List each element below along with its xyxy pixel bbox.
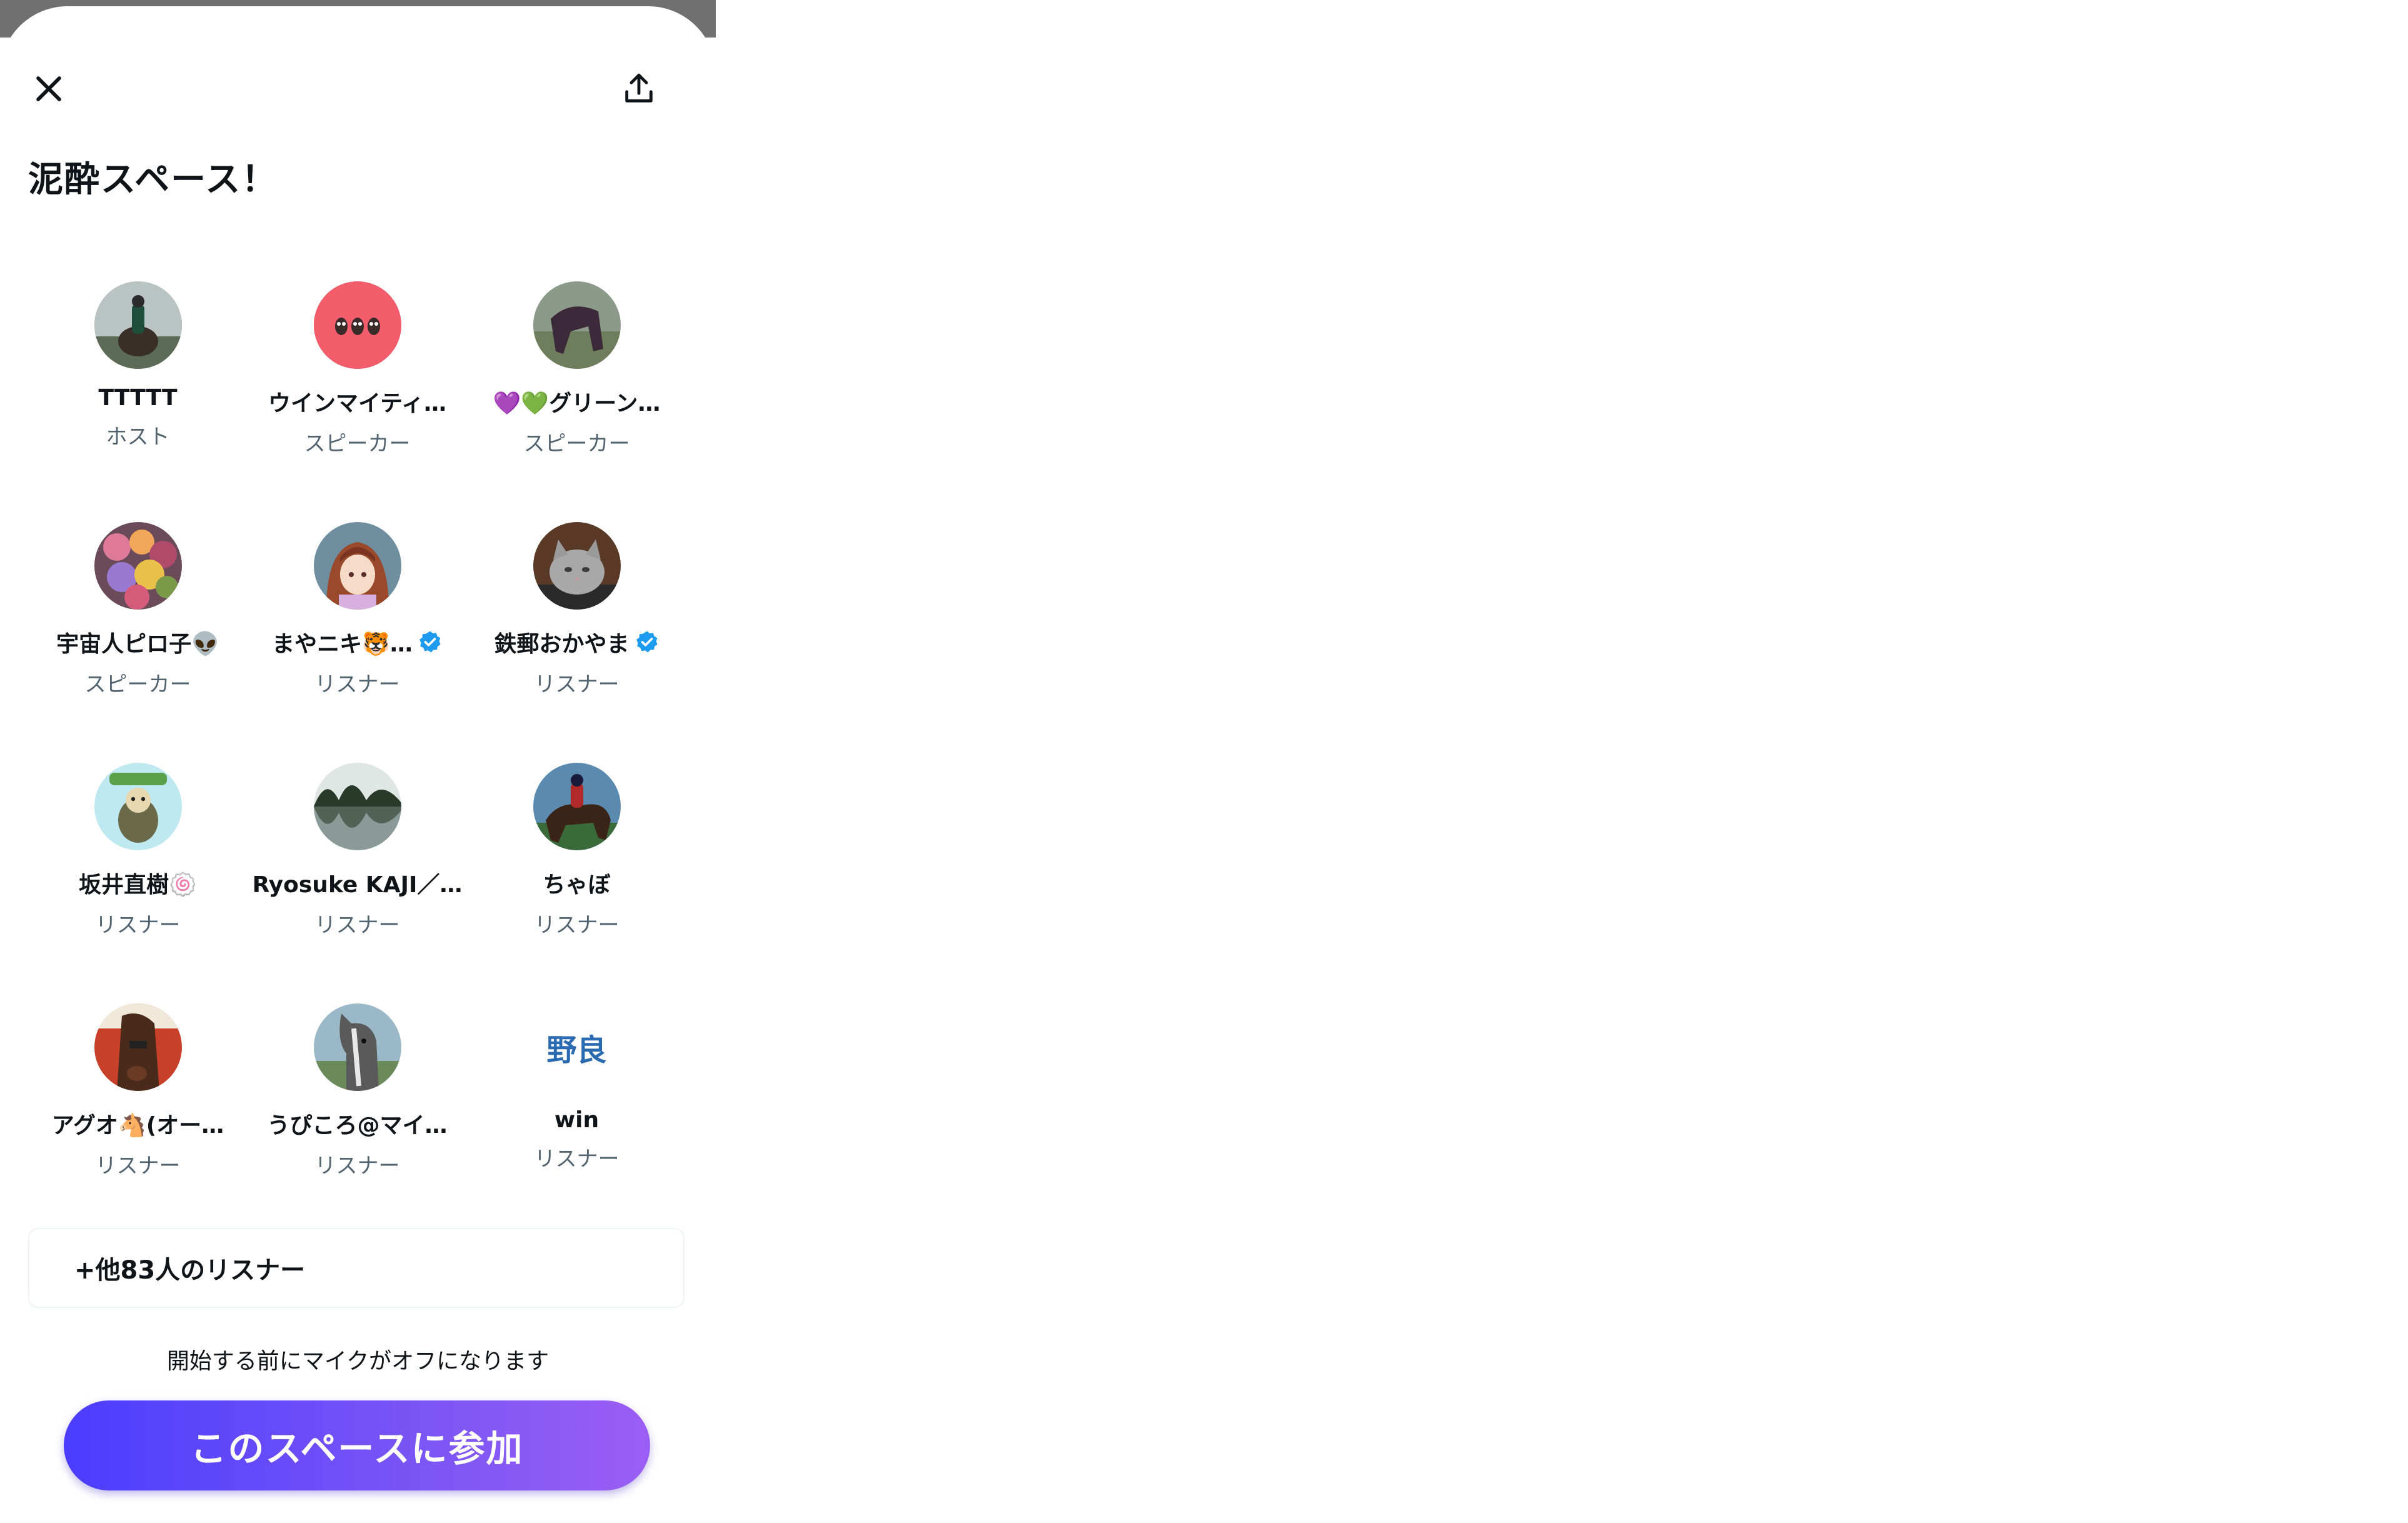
verified-icon bbox=[636, 631, 658, 653]
share-icon[interactable] bbox=[614, 64, 664, 114]
participant-role: リスナー bbox=[314, 672, 400, 697]
participant[interactable]: 坂井直樹🍥 リスナー bbox=[28, 763, 248, 1003]
participant-role: リスナー bbox=[534, 913, 620, 938]
participant[interactable]: まやニキ🐯… リスナー bbox=[248, 522, 467, 763]
participant[interactable]: TTTTT ホスト bbox=[28, 281, 248, 522]
participant-role: スピーカー bbox=[523, 431, 630, 456]
join-space-label: このスペースに参加 bbox=[190, 1427, 524, 1470]
participant-role: スピーカー bbox=[304, 431, 411, 456]
space-sheet: 泥酔スペース！ TTTTT ホスト ウインマイティ… スピーカー 💜💚グリーン…… bbox=[0, 6, 716, 1523]
participant[interactable]: うぴころ@マイ… リスナー bbox=[248, 1003, 467, 1244]
participant-name: うぴころ@マイ… bbox=[267, 1113, 448, 1138]
participant-role: リスナー bbox=[314, 1154, 400, 1179]
participant-name: 宇宙人ピロ子👽 bbox=[56, 631, 219, 657]
participant-role: ホスト bbox=[106, 425, 170, 450]
participant-name: TTTTT bbox=[98, 385, 178, 411]
participant-role: リスナー bbox=[534, 672, 620, 697]
participant-name: 鉄郵おかやま bbox=[494, 631, 630, 657]
space-title: 泥酔スペース！ bbox=[28, 159, 278, 200]
more-listeners-label: +他83人のリスナー bbox=[74, 1256, 306, 1285]
participant-name: win bbox=[554, 1107, 599, 1133]
participant[interactable]: 宇宙人ピロ子👽 スピーカー bbox=[28, 522, 248, 763]
participant-name: ウインマイティ… bbox=[268, 391, 447, 416]
avatar bbox=[313, 522, 401, 610]
participant-name: 坂井直樹🍥 bbox=[79, 872, 197, 898]
participant-name: アグオ🐴(オー… bbox=[51, 1113, 224, 1138]
participant-role: リスナー bbox=[534, 1147, 620, 1172]
avatar bbox=[94, 1003, 182, 1091]
avatar bbox=[533, 281, 621, 369]
avatar bbox=[313, 1003, 401, 1091]
participant-role: スピーカー bbox=[84, 672, 191, 697]
more-listeners-button[interactable]: +他83人のリスナー bbox=[28, 1228, 685, 1308]
avatar bbox=[94, 763, 182, 850]
avatar-logo-text: 野良 bbox=[546, 1033, 607, 1068]
participant[interactable]: 野良 win リスナー bbox=[467, 1003, 686, 1244]
participant[interactable]: ウインマイティ… スピーカー bbox=[248, 281, 467, 522]
participant-role: リスナー bbox=[95, 1154, 181, 1179]
verified-icon bbox=[419, 631, 441, 653]
participant-name: Ryosuke KAJI／… bbox=[252, 872, 463, 898]
avatar bbox=[313, 281, 401, 369]
participant[interactable]: 💜💚グリーン… スピーカー bbox=[467, 281, 686, 522]
participants-grid: TTTTT ホスト ウインマイティ… スピーカー 💜💚グリーン… スピーカー 宇… bbox=[0, 281, 744, 1244]
participant-name: まやニキ🐯… bbox=[272, 631, 413, 657]
participant-name: 💜💚グリーン… bbox=[493, 391, 661, 416]
join-space-button[interactable]: このスペースに参加 bbox=[64, 1400, 650, 1490]
participant[interactable]: アグオ🐴(オー… リスナー bbox=[28, 1003, 248, 1244]
avatar bbox=[94, 522, 182, 610]
avatar bbox=[94, 281, 182, 369]
mic-off-note: 開始する前にマイクがオフになります bbox=[166, 1349, 549, 1374]
participant[interactable]: 鉄郵おかやま リスナー bbox=[467, 522, 686, 763]
participant-role: リスナー bbox=[314, 913, 400, 938]
avatar bbox=[313, 763, 401, 850]
close-icon[interactable] bbox=[24, 64, 74, 114]
avatar bbox=[533, 522, 621, 610]
participant-role: リスナー bbox=[95, 913, 181, 938]
avatar: 野良 bbox=[533, 1003, 621, 1091]
participant[interactable]: Ryosuke KAJI／… リスナー bbox=[248, 763, 467, 1003]
participant-name: ちゃぼ bbox=[543, 872, 611, 898]
avatar bbox=[533, 763, 621, 850]
participant[interactable]: ちゃぼ リスナー bbox=[467, 763, 686, 1003]
